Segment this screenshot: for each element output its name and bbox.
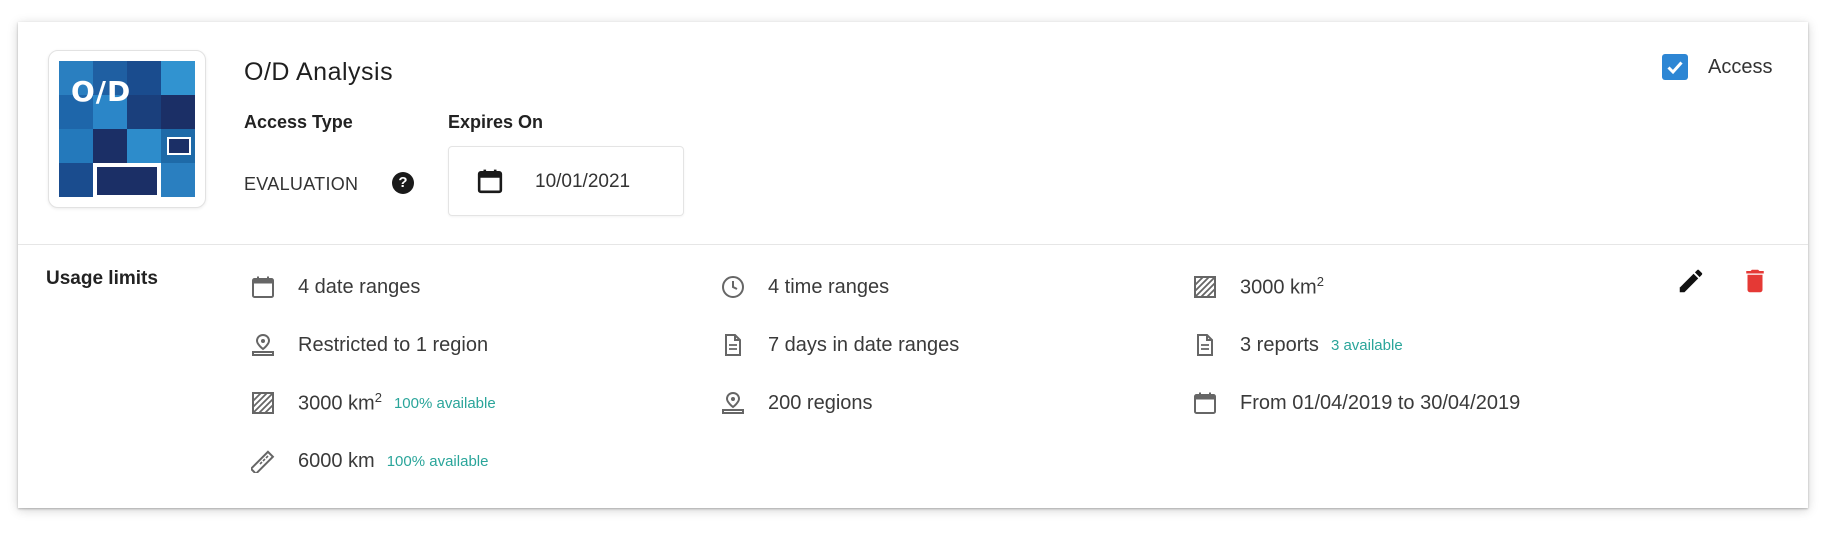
- expires-date-value: 10/01/2021: [535, 171, 631, 192]
- usage-item-date-ranges: 4 date ranges: [250, 272, 420, 302]
- product-card: O/D O/D Analysis Access Type Expires On …: [18, 22, 1808, 508]
- checkmark-icon: [1667, 61, 1683, 75]
- calendar-icon: [250, 274, 276, 300]
- usage-item-date-range-period: From 01/04/2019 to 30/04/2019: [1192, 388, 1520, 418]
- access-checkbox[interactable]: [1662, 54, 1688, 80]
- availability-text: 100% available: [386, 452, 489, 470]
- usage-limits-label: Usage limits: [46, 268, 158, 289]
- ruler-icon: [250, 448, 276, 474]
- usage-item-area: 3000 km2 100% available: [250, 388, 496, 418]
- usage-item-text: Restricted to 1 region: [298, 333, 489, 356]
- usage-item-text: 3000 km2: [298, 390, 382, 415]
- expires-date-field[interactable]: 10/01/2021: [448, 146, 684, 216]
- expires-on-label: Expires On: [448, 112, 544, 132]
- usage-item-text: From 01/04/2019 to 30/04/2019: [1240, 391, 1521, 414]
- access-type-label: Access Type: [244, 112, 353, 132]
- product-logo: O/D: [59, 61, 195, 197]
- availability-text: 3 available: [1330, 336, 1403, 354]
- usage-item-text: 4 date ranges: [298, 275, 421, 298]
- usage-item-time-ranges: 4 time ranges: [720, 272, 889, 302]
- usage-item-region-restriction: Restricted to 1 region: [250, 330, 488, 360]
- product-logo-frame: O/D: [48, 50, 206, 208]
- usage-item-area: 3000 km2: [1192, 272, 1324, 302]
- document-icon: [1192, 332, 1218, 358]
- location-icon: [720, 390, 746, 416]
- calendar-icon: [1192, 390, 1218, 416]
- usage-item-text: 200 regions: [768, 391, 873, 414]
- usage-item-text: 3000 km2: [1240, 274, 1324, 299]
- usage-item-days: 7 days in date ranges: [720, 330, 959, 360]
- usage-item-distance: 6000 km 100% available: [250, 446, 488, 476]
- usage-item-regions: 200 regions: [720, 388, 873, 418]
- product-title: O/D Analysis: [244, 58, 394, 86]
- calendar-icon[interactable]: [477, 168, 503, 199]
- area-icon: [1192, 274, 1218, 300]
- section-divider: [18, 244, 1808, 245]
- area-icon: [250, 390, 276, 416]
- usage-item-text: 3 reports: [1240, 333, 1319, 356]
- document-icon: [720, 332, 746, 358]
- usage-item-reports: 3 reports 3 available: [1192, 330, 1403, 360]
- availability-text: 100% available: [393, 394, 496, 412]
- usage-item-text: 4 time ranges: [768, 275, 890, 298]
- trash-icon[interactable]: [1740, 266, 1770, 301]
- usage-item-text: 6000 km: [298, 449, 375, 472]
- product-header: O/D O/D Analysis Access Type Expires On …: [18, 22, 1808, 244]
- logo-text: O/D: [71, 75, 132, 108]
- access-type-value: EVALUATION: [244, 174, 359, 194]
- edit-icon[interactable]: [1676, 266, 1706, 301]
- help-icon[interactable]: ?: [392, 172, 414, 194]
- usage-item-text: 7 days in date ranges: [768, 333, 960, 356]
- access-checkbox-label[interactable]: Access: [1708, 56, 1772, 79]
- location-icon: [250, 332, 276, 358]
- clock-icon: [720, 274, 746, 300]
